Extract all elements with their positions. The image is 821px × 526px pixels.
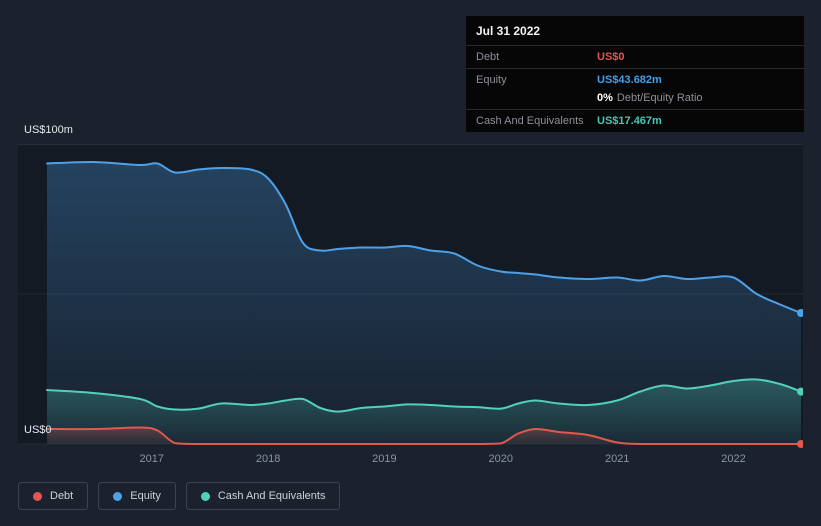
- ratio-label: Debt/Equity Ratio: [617, 92, 703, 104]
- svg-text:2018: 2018: [256, 453, 280, 465]
- legend-label-equity: Equity: [130, 490, 161, 502]
- debt-color-dot: [33, 492, 42, 501]
- svg-text:2022: 2022: [721, 453, 745, 465]
- tooltip-row-cash: Cash And Equivalents US$17.467m: [466, 109, 804, 132]
- tooltip-date: Jul 31 2022: [466, 16, 804, 45]
- cash-color-dot: [201, 492, 210, 501]
- equity-color-dot: [113, 492, 122, 501]
- tooltip-row-equity: Equity US$43.682m: [466, 68, 804, 91]
- ratio-value: 0%: [597, 92, 613, 104]
- debt-value: US$0: [597, 51, 625, 63]
- tooltip-row-ratio: 0% Debt/Equity Ratio: [466, 91, 804, 109]
- equity-label: Equity: [476, 74, 597, 86]
- legend-item-cash[interactable]: Cash And Equivalents: [186, 482, 341, 510]
- svg-text:2019: 2019: [372, 453, 396, 465]
- chart-legend: Debt Equity Cash And Equivalents: [18, 482, 340, 510]
- legend-item-debt[interactable]: Debt: [18, 482, 88, 510]
- chart-tooltip: Jul 31 2022 Debt US$0 Equity US$43.682m …: [466, 16, 804, 132]
- svg-text:2021: 2021: [605, 453, 629, 465]
- cash-value: US$17.467m: [597, 115, 662, 127]
- debt-label: Debt: [476, 51, 597, 63]
- equity-value: US$43.682m: [597, 74, 662, 86]
- legend-label-cash: Cash And Equivalents: [218, 490, 326, 502]
- cash-label: Cash And Equivalents: [476, 115, 597, 127]
- legend-item-equity[interactable]: Equity: [98, 482, 176, 510]
- debt-equity-history-page: Jul 31 2022 Debt US$0 Equity US$43.682m …: [0, 0, 821, 526]
- debt-equity-history-chart[interactable]: 2017 2018 2019 2020 2021 2022: [18, 144, 803, 474]
- tooltip-row-debt: Debt US$0: [466, 45, 804, 68]
- y-axis-label-bottom: US$0: [24, 424, 52, 436]
- y-axis-label-top: US$100m: [24, 124, 73, 136]
- svg-text:2017: 2017: [139, 453, 163, 465]
- legend-label-debt: Debt: [50, 490, 73, 502]
- svg-text:2020: 2020: [489, 453, 513, 465]
